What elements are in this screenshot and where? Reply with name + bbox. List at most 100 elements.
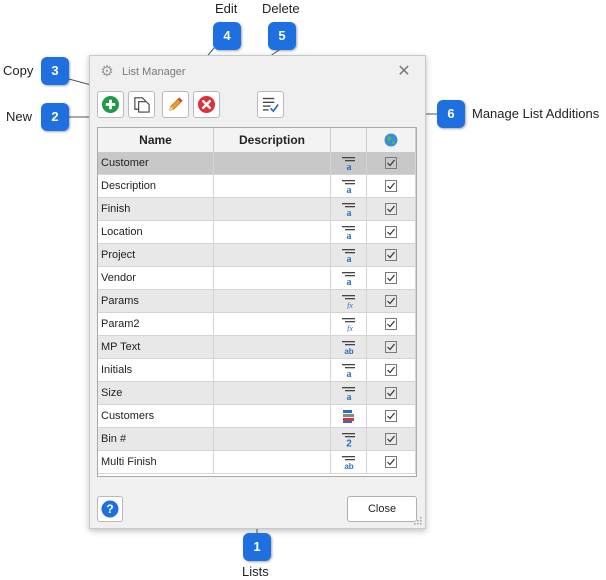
check-icon <box>387 182 395 190</box>
table-row[interactable]: Multi Finish ab <box>98 451 416 474</box>
manage-list-additions-button[interactable] <box>257 91 284 118</box>
list-check-icon <box>262 97 279 113</box>
cell-description[interactable] <box>214 244 331 267</box>
global-checkbox[interactable] <box>385 203 397 215</box>
cell-type[interactable]: 2 <box>331 428 367 451</box>
cell-description[interactable] <box>214 336 331 359</box>
cell-description[interactable] <box>214 198 331 221</box>
cell-name[interactable]: Customers <box>98 405 214 428</box>
cell-name[interactable]: Customer <box>98 152 214 175</box>
table-row[interactable]: Customers <box>98 405 416 428</box>
column-header-description[interactable]: Description <box>214 128 331 152</box>
new-button[interactable] <box>97 91 124 118</box>
table-row[interactable]: Bin # 2 <box>98 428 416 451</box>
table-list-icon <box>343 410 354 423</box>
table-row[interactable]: MP Text ab <box>98 336 416 359</box>
cell-type[interactable]: a <box>331 152 367 175</box>
cell-description[interactable] <box>214 152 331 175</box>
cell-type[interactable]: ab <box>331 336 367 359</box>
cell-description[interactable] <box>214 221 331 244</box>
globe-icon <box>384 133 398 147</box>
cell-name[interactable]: MP Text <box>98 336 214 359</box>
help-button[interactable]: ? <box>97 496 123 522</box>
column-header-type[interactable] <box>331 128 367 152</box>
cell-type[interactable]: a <box>331 359 367 382</box>
cell-description[interactable] <box>214 313 331 336</box>
cell-name[interactable]: Description <box>98 175 214 198</box>
table-row[interactable]: Customer a <box>98 152 416 175</box>
global-checkbox[interactable] <box>385 433 397 445</box>
cell-description[interactable] <box>214 290 331 313</box>
copy-button[interactable] <box>128 91 155 118</box>
global-checkbox[interactable] <box>385 387 397 399</box>
cell-name[interactable]: Vendor <box>98 267 214 290</box>
cell-global <box>367 152 416 175</box>
cell-type[interactable]: a <box>331 382 367 405</box>
table-row[interactable]: Initials a <box>98 359 416 382</box>
callout-6-label: Manage List Additions <box>472 106 600 121</box>
close-icon[interactable]: ✕ <box>396 64 412 80</box>
cell-description[interactable] <box>214 405 331 428</box>
cell-type[interactable]: a <box>331 267 367 290</box>
cell-name[interactable]: Params <box>98 290 214 313</box>
cell-description[interactable] <box>214 428 331 451</box>
global-checkbox[interactable] <box>385 226 397 238</box>
cell-name[interactable]: Param2 <box>98 313 214 336</box>
delete-button[interactable] <box>193 91 220 118</box>
check-icon <box>387 274 395 282</box>
table-row[interactable]: Project a <box>98 244 416 267</box>
column-header-global[interactable] <box>367 128 416 152</box>
close-button[interactable]: Close <box>347 496 417 522</box>
global-checkbox[interactable] <box>385 456 397 468</box>
global-checkbox[interactable] <box>385 180 397 192</box>
cell-type[interactable]: fx <box>331 313 367 336</box>
cell-name[interactable]: Bin # <box>98 428 214 451</box>
cell-type[interactable]: a <box>331 198 367 221</box>
cell-description[interactable] <box>214 267 331 290</box>
function-list-icon: fx <box>342 295 355 309</box>
cell-description[interactable] <box>214 451 331 474</box>
cell-type[interactable]: a <box>331 244 367 267</box>
pencil-icon <box>169 97 183 111</box>
callout-5-badge: 5 <box>268 22 296 50</box>
callout-6-badge: 6 <box>437 100 465 128</box>
global-checkbox[interactable] <box>385 341 397 353</box>
number-list-icon: 2 <box>342 433 355 447</box>
table-row[interactable]: Size a <box>98 382 416 405</box>
table-row[interactable]: Location a <box>98 221 416 244</box>
callout-2-badge: 2 <box>41 103 69 131</box>
cell-type[interactable] <box>331 405 367 428</box>
cell-name[interactable]: Finish <box>98 198 214 221</box>
global-checkbox[interactable] <box>385 364 397 376</box>
table-row[interactable]: Params fx <box>98 290 416 313</box>
cell-name[interactable]: Size <box>98 382 214 405</box>
cell-name[interactable]: Location <box>98 221 214 244</box>
cell-name[interactable]: Multi Finish <box>98 451 214 474</box>
cell-name[interactable]: Project <box>98 244 214 267</box>
cell-description[interactable] <box>214 359 331 382</box>
callout-5-label: Delete <box>262 1 300 16</box>
global-checkbox[interactable] <box>385 295 397 307</box>
cell-type[interactable]: a <box>331 221 367 244</box>
cell-type[interactable]: fx <box>331 290 367 313</box>
table-row[interactable]: Param2 fx <box>98 313 416 336</box>
cell-type[interactable]: a <box>331 175 367 198</box>
cell-name[interactable]: Initials <box>98 359 214 382</box>
cell-type[interactable]: ab <box>331 451 367 474</box>
global-checkbox[interactable] <box>385 318 397 330</box>
table-row[interactable]: Vendor a <box>98 267 416 290</box>
edit-button[interactable] <box>162 91 189 118</box>
resize-grip-icon[interactable] <box>414 517 422 525</box>
table-row[interactable]: Description a <box>98 175 416 198</box>
global-checkbox[interactable] <box>385 410 397 422</box>
cell-description[interactable] <box>214 382 331 405</box>
cell-description[interactable] <box>214 175 331 198</box>
column-header-name[interactable]: Name <box>98 128 214 152</box>
text-list-icon: a <box>342 364 355 378</box>
global-checkbox[interactable] <box>385 272 397 284</box>
svg-text:a: a <box>347 162 352 171</box>
global-checkbox[interactable] <box>385 249 397 261</box>
svg-text:a: a <box>347 231 352 240</box>
table-row[interactable]: Finish a <box>98 198 416 221</box>
global-checkbox[interactable] <box>385 157 397 169</box>
